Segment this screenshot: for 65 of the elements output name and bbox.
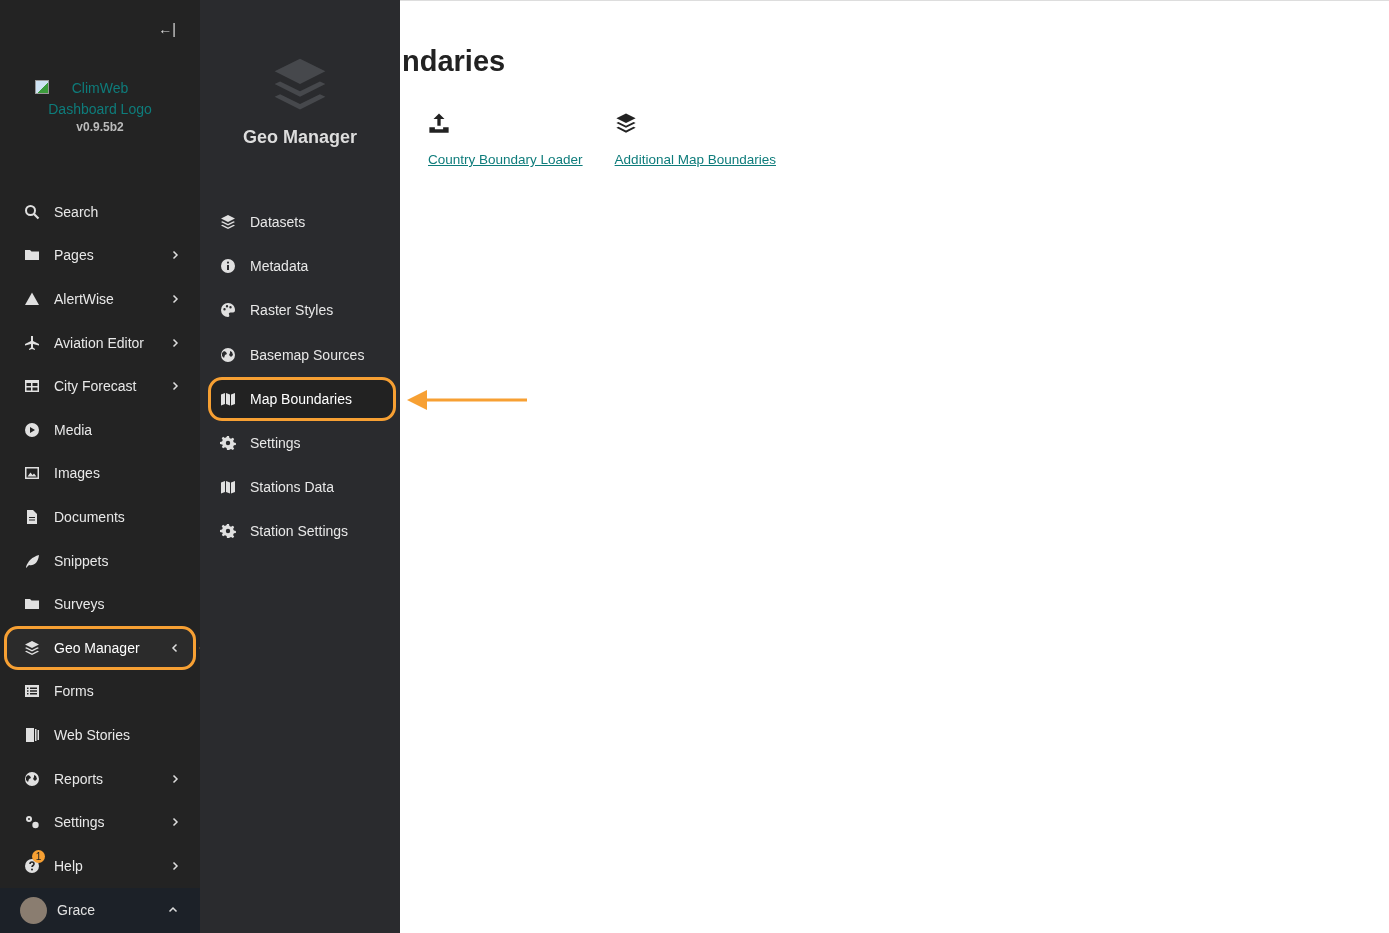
sidebar-item[interactable]: Documents [4,495,196,539]
sidebar-item[interactable]: Snippets [4,538,196,583]
info-icon [220,258,236,275]
logo-alt-text: ClimWeb Dashboard Logo [47,79,153,120]
chevron-icon [170,773,180,784]
version-label: v0.9.5b2 [76,120,124,135]
submenu-item[interactable]: Map Boundaries [208,376,396,421]
avatar [20,896,47,924]
book-icon [24,727,40,743]
play-icon [24,421,40,438]
chevron-icon [170,250,180,261]
user-menu[interactable]: Grace [0,887,200,933]
warning-icon [24,291,40,308]
chevron-icon [170,337,180,348]
sidebar-item[interactable]: Aviation Editor [4,320,196,365]
globe-icon [220,346,236,363]
sidebar-item[interactable]: Media [4,408,196,452]
notification-badge: 1 [32,849,45,863]
page-heading: ndaries [402,45,507,78]
sidebar-item[interactable]: City Forecast [4,364,196,409]
submenu-item[interactable]: Basemap Sources [208,332,396,377]
search-icon [24,203,40,220]
broken-image-icon [35,80,49,95]
sidebar-item[interactable]: AlertWise [4,277,196,321]
gear-icon [220,523,236,540]
layers-icon [24,639,40,656]
submenu-item[interactable]: Raster Styles [208,288,396,333]
submenu-title: Geo Manager [243,127,357,148]
gear-icon [220,435,236,452]
list-icon [24,683,40,700]
globe-icon [24,770,40,787]
palette-icon [220,302,236,319]
chevron-icon [170,860,180,871]
sidebar-item[interactable]: Surveys [4,582,196,627]
table-icon [24,378,40,395]
plane-icon [24,334,40,351]
chevron-icon [170,294,180,305]
sidebar-item[interactable]: Search [4,190,196,234]
submenu-item[interactable]: Settings [208,420,396,466]
map-icon [220,479,236,496]
map-icon [220,390,236,407]
chevron-icon [170,381,180,392]
submenu-item[interactable]: Datasets [208,200,396,245]
sidebar-item[interactable]: Web Stories [4,713,196,757]
layers-icon [614,112,637,134]
doc-icon [24,509,40,526]
leaf-icon [24,552,40,569]
upload-icon [428,112,450,134]
link[interactable]: Country Boundary Loader [428,152,583,167]
sidebar-item[interactable]: Images [4,451,196,496]
sidebar-item[interactable]: Settings [4,800,196,844]
sidebar-item[interactable]: Reports [4,756,196,801]
sidebar-item[interactable]: 1 Help [4,844,196,888]
sidebar-item[interactable]: Pages [4,233,196,278]
chevron-icon [170,642,180,653]
layers-icon [220,214,236,231]
image-icon [24,465,40,482]
submenu-item[interactable]: Metadata [208,244,396,289]
collapse-sidebar-button[interactable]: ←| [156,16,178,43]
submenu-item[interactable]: Stations Data [208,465,396,510]
link[interactable]: Additional Map Boundaries [614,152,776,167]
submenu-item[interactable]: Station Settings [208,509,396,554]
chevron-icon [170,817,180,828]
sidebar-item[interactable]: Forms [4,669,196,714]
sidebar-item[interactable]: Geo Manager [4,626,196,670]
